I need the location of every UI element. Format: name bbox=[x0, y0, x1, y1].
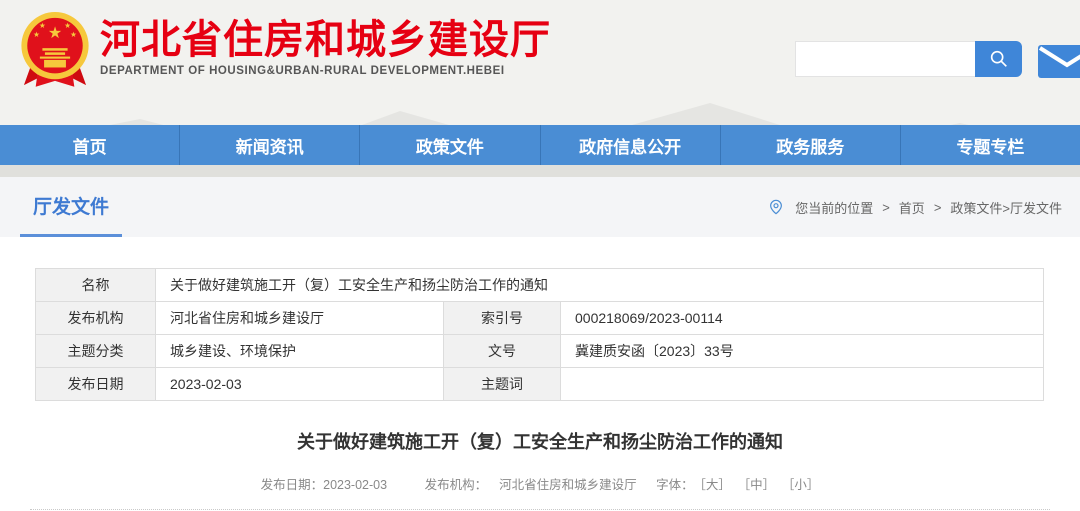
font-size-large-button[interactable]: ［大］ bbox=[700, 478, 731, 492]
font-size-controls: 字体： ［大］ ［中］ ［小］ bbox=[656, 478, 819, 492]
publisher-value: 河北省住房和城乡建设厅 bbox=[499, 478, 637, 492]
svg-text:★: ★ bbox=[48, 25, 62, 42]
publisher-label: 发布机构： bbox=[424, 478, 488, 492]
table-label-name: 名称 bbox=[35, 268, 156, 302]
section-bar: 厅发文件 您当前的位置 > 首页 > 政策文件>厅发文件 bbox=[0, 177, 1080, 237]
table-row: 发布日期 2023-02-03 主题词 bbox=[35, 367, 1045, 401]
breadcrumb-home[interactable]: 首页 bbox=[899, 198, 925, 217]
mail-icon[interactable] bbox=[1038, 45, 1080, 78]
table-value-topic-category: 城乡建设、环境保护 bbox=[155, 334, 444, 368]
page-header: ★ ★ ★ ★ ★ 河北省住房和城乡建设厅 DEPARTMENT OF HOUS… bbox=[0, 0, 1080, 177]
font-size-label: 字体： bbox=[656, 478, 694, 492]
nav-item-special[interactable]: 专题专栏 bbox=[899, 125, 1080, 165]
search-bar bbox=[795, 41, 1022, 77]
location-pin-icon bbox=[770, 199, 783, 215]
table-row: 发布机构 河北省住房和城乡建设厅 索引号 000218069/2023-0011… bbox=[35, 301, 1045, 335]
dotted-divider bbox=[30, 509, 1050, 510]
table-label-publish-date: 发布日期 bbox=[35, 367, 156, 401]
search-button[interactable] bbox=[975, 41, 1022, 77]
table-label-topic-category: 主题分类 bbox=[35, 334, 156, 368]
section-title: 厅发文件 bbox=[33, 197, 110, 218]
breadcrumb-separator: > bbox=[933, 199, 942, 215]
svg-text:★: ★ bbox=[70, 30, 77, 39]
table-row: 名称 关于做好建筑施工开（复）工安全生产和扬尘防治工作的通知 bbox=[35, 268, 1045, 302]
font-size-small-button[interactable]: ［小］ bbox=[788, 478, 819, 492]
breadcrumb-location-label: 您当前的位置 bbox=[795, 200, 874, 216]
table-value-publisher: 河北省住房和城乡建设厅 bbox=[155, 301, 444, 335]
national-emblem-icon: ★ ★ ★ ★ ★ bbox=[21, 12, 89, 87]
publish-date-meta: 发布日期：2023-02-03 bbox=[261, 478, 387, 492]
breadcrumb-separator: > bbox=[882, 199, 890, 215]
table-value-keywords bbox=[559, 367, 1045, 401]
font-size-medium-button[interactable]: ［中］ bbox=[744, 478, 775, 492]
main-nav: 首页 新闻资讯 政策文件 政府信息公开 政务服务 专题专栏 bbox=[0, 125, 1080, 165]
table-value-name: 关于做好建筑施工开（复）工安全生产和扬尘防治工作的通知 bbox=[154, 268, 1045, 302]
table-value-document-number: 冀建质安函〔2023〕33号 bbox=[559, 334, 1045, 368]
table-value-index-number: 000218069/2023-00114 bbox=[559, 301, 1045, 335]
svg-text:★: ★ bbox=[64, 21, 71, 30]
site-subtitle: DEPARTMENT OF HOUSING&URBAN-RURAL DEVELO… bbox=[100, 65, 505, 77]
publish-date-value: 2023-02-03 bbox=[323, 478, 388, 492]
breadcrumb: 您当前的位置 > 首页 > 政策文件>厅发文件 bbox=[768, 177, 1062, 237]
publish-date-label: 发布日期： bbox=[260, 478, 324, 492]
article-meta: 发布日期：2023-02-03 发布机构： 河北省住房和城乡建设厅 字体： ［大］ ［… bbox=[0, 474, 1080, 493]
publisher-meta: 发布机构： 河北省住房和城乡建设厅 bbox=[425, 478, 637, 492]
svg-text:★: ★ bbox=[33, 30, 40, 39]
article-title: 关于做好建筑施工开（复）工安全生产和扬尘防治工作的通知 bbox=[297, 432, 783, 452]
nav-item-home[interactable]: 首页 bbox=[0, 125, 179, 165]
table-label-index-number: 索引号 bbox=[443, 301, 561, 335]
table-label-publisher: 发布机构 bbox=[35, 301, 156, 335]
svg-text:★: ★ bbox=[39, 21, 46, 30]
nav-item-news[interactable]: 新闻资讯 bbox=[179, 125, 359, 165]
breadcrumb-policy-documents[interactable]: 政策文件>厅发文件 bbox=[950, 198, 1062, 217]
nav-item-services[interactable]: 政务服务 bbox=[719, 125, 900, 165]
site-title: 河北省住房和城乡建设厅 bbox=[100, 18, 551, 62]
nav-item-policy[interactable]: 政策文件 bbox=[359, 125, 539, 165]
table-label-document-number: 文号 bbox=[443, 334, 561, 368]
table-label-keywords: 主题词 bbox=[443, 367, 561, 401]
document-info-table: 名称 关于做好建筑施工开（复）工安全生产和扬尘防治工作的通知 发布机构 河北省住… bbox=[35, 268, 1045, 401]
search-input[interactable] bbox=[795, 41, 975, 77]
search-icon bbox=[990, 50, 1007, 67]
site-brand: 河北省住房和城乡建设厅 DEPARTMENT OF HOUSING&URBAN-… bbox=[100, 19, 551, 77]
nav-item-gov-info[interactable]: 政府信息公开 bbox=[539, 125, 720, 165]
table-value-publish-date: 2023-02-03 bbox=[155, 367, 444, 401]
table-row: 主题分类 城乡建设、环境保护 文号 冀建质安函〔2023〕33号 bbox=[35, 334, 1045, 368]
section-tab-department-documents[interactable]: 厅发文件 bbox=[20, 177, 123, 237]
